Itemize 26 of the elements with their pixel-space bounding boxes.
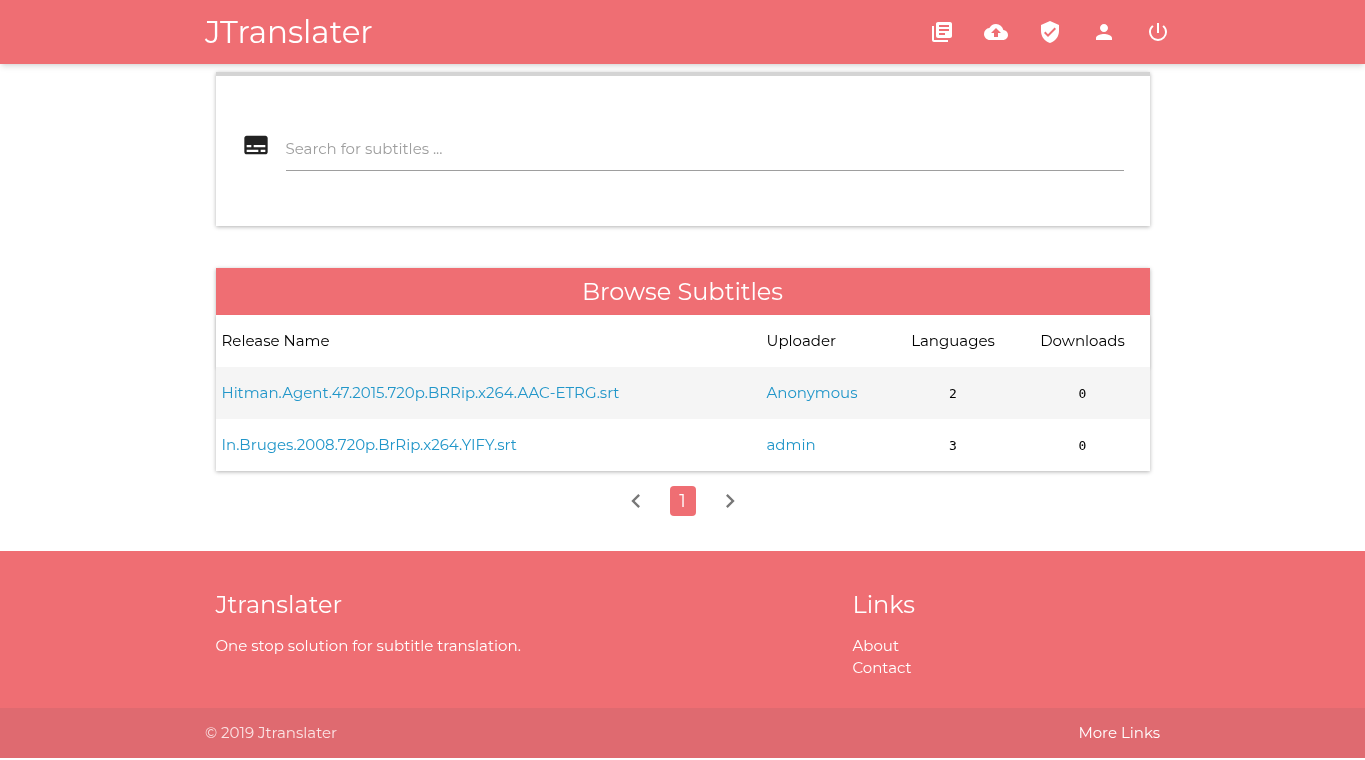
brand-link[interactable]: JTranslater [205,8,373,56]
copyright-text: © 2019 Jtranslater [205,721,338,744]
power-icon[interactable] [1146,20,1170,44]
downloads-count: 0 [1078,385,1087,401]
downloads-count: 0 [1078,437,1087,453]
languages-count: 2 [949,385,957,401]
column-header: Downloads [1040,330,1125,350]
shield-check-icon[interactable] [1038,20,1062,44]
languages-count: 3 [949,437,957,453]
search-field[interactable]: Search for subtitles ... [285,127,1124,171]
page-link[interactable]: 1 [669,486,696,516]
links-title: Links [852,589,915,621]
release-link[interactable]: Hitman.Agent.47.2015.720p.BRRip.x264.AAC-ETRG.srt [221,382,620,402]
footer-link[interactable]: Contact [852,657,915,679]
uploader-link[interactable]: Anonymous [766,382,858,402]
release-link[interactable]: In.Bruges.2008.720p.BrRip.x264.YIFY.srt [221,434,517,454]
more-links-link[interactable]: More Links [1078,721,1160,745]
column-header: Languages [911,330,995,350]
table-title: Browse Subtitles [215,268,1150,315]
footer-title: Jtranslater [215,589,344,621]
column-header: Release Name [221,330,330,350]
footer-text: One stop solution for subtitle translation. [215,635,522,657]
library-icon[interactable] [930,20,954,44]
uploader-link[interactable]: admin [766,434,816,454]
footer-link[interactable]: About [852,635,915,657]
column-header: Uploader [766,330,837,350]
